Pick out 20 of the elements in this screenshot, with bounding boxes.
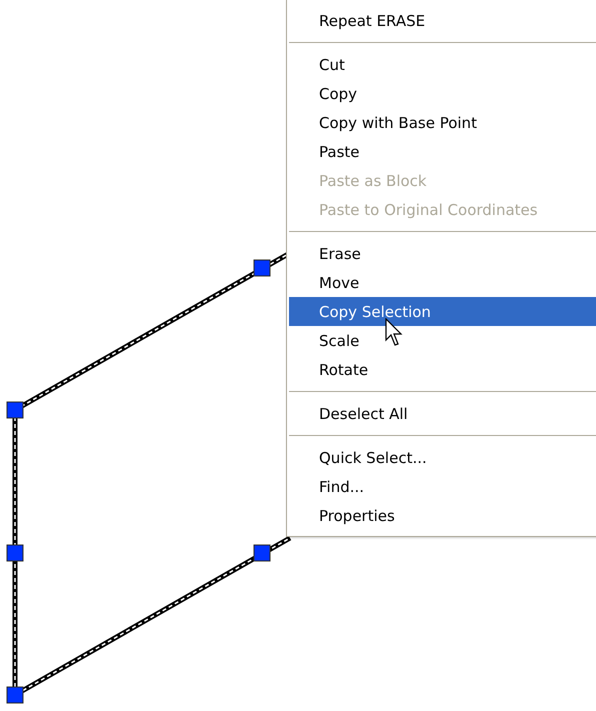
- menu-item[interactable]: Deselect All: [289, 399, 596, 428]
- pointer-cursor-icon: [385, 318, 405, 348]
- menu-item[interactable]: Copy Selection: [289, 297, 596, 326]
- menu-item[interactable]: Find...: [289, 472, 596, 501]
- menu-item[interactable]: Move: [289, 268, 596, 297]
- menu-item[interactable]: Properties: [289, 501, 596, 530]
- menu-item[interactable]: Rotate: [289, 355, 596, 384]
- menu-item[interactable]: Erase: [289, 239, 596, 268]
- menu-item[interactable]: Copy with Base Point: [289, 108, 596, 137]
- grip-handle[interactable]: [254, 260, 270, 276]
- menu-item[interactable]: Copy: [289, 79, 596, 108]
- grip-handle[interactable]: [6, 686, 24, 704]
- menu-item[interactable]: Paste: [289, 137, 596, 166]
- menu-item[interactable]: Repeat ERASE: [289, 6, 596, 35]
- grip-handle[interactable]: [6, 544, 24, 562]
- menu-item[interactable]: Quick Select...: [289, 443, 596, 472]
- menu-item[interactable]: Scale: [289, 326, 596, 355]
- grip-handle[interactable]: [254, 544, 270, 562]
- menu-item[interactable]: Cut: [289, 50, 596, 79]
- grip-handle[interactable]: [6, 402, 24, 418]
